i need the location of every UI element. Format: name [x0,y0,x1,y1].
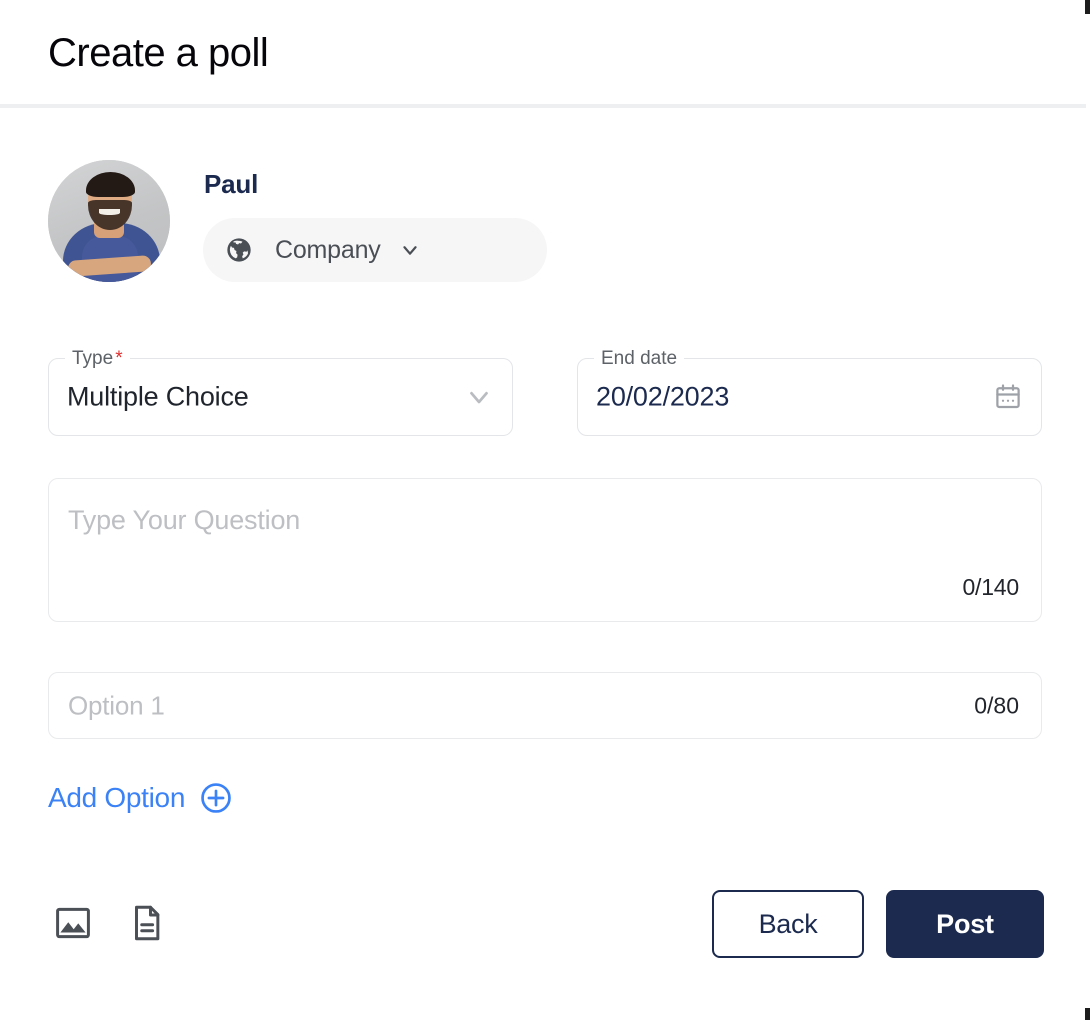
end-date-value: 20/02/2023 [596,381,730,412]
avatar-photo [48,160,170,282]
add-option-button[interactable]: Add Option [48,778,233,818]
poll-type-label: Type * [65,348,130,370]
poll-type-chevron[interactable] [464,382,494,412]
create-poll-dialog: Create a poll Paul Company Type * Multip… [0,0,1090,1020]
audience-selector[interactable]: Company [203,218,547,282]
poll-type-value: Multiple Choice [67,381,249,412]
question-input[interactable]: Type Your Question 0/140 [48,478,1042,622]
author-name: Paul [204,169,259,199]
end-date-field[interactable]: End date 20/02/2023 [577,348,1042,436]
question-placeholder: Type Your Question [68,505,301,535]
audience-label: Company [275,235,381,264]
image-icon[interactable] [52,902,94,944]
edge-artifact-top [1085,0,1090,14]
avatar [48,160,170,282]
header-divider [0,104,1086,108]
document-icon[interactable] [126,902,168,944]
post-button[interactable]: Post [886,890,1044,958]
edge-artifact-bottom [1085,1008,1090,1020]
calendar-icon [996,384,1020,409]
dialog-header: Create a poll [0,0,1086,108]
poll-type-label-text: Type [72,348,114,369]
chevron-down-icon [399,239,421,261]
end-date-label: End date [594,348,685,370]
right-gutter [1086,0,1090,1020]
back-button[interactable]: Back [712,890,864,958]
attachment-toolbar [52,902,168,944]
option-char-counter-1: 0/80 [974,692,1019,718]
chevron-down-icon [470,391,488,404]
question-char-counter: 0/140 [962,574,1019,600]
poll-type-select[interactable]: Type * Multiple Choice [48,348,513,436]
option-input-1[interactable]: Option 1 0/80 [48,672,1042,739]
globe-icon [225,236,253,264]
page-title: Create a poll [48,31,269,75]
required-asterisk: * [115,348,123,369]
option-placeholder-1: Option 1 [68,690,165,720]
add-option-label: Add Option [48,782,186,813]
calendar-button[interactable] [993,382,1023,412]
plus-circle-icon [199,781,233,815]
author-row: Paul Company [48,160,568,286]
